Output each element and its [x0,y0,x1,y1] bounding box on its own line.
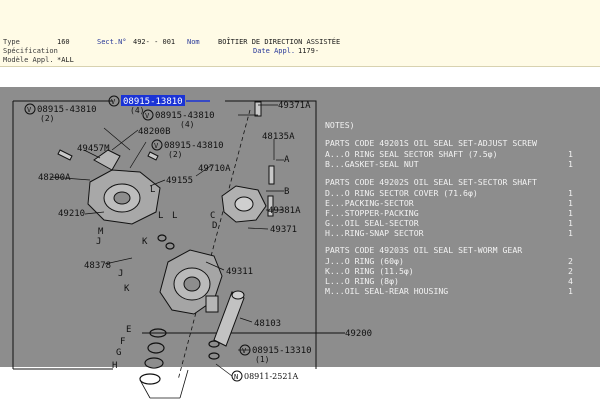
group-2-row-4: G...OIL SEAL-SECTOR [325,218,419,228]
group-2-row-1: D...O RING SECTOR COVER (71.6φ) [325,188,478,198]
group-2-row-5: H...RING-SNAP SECTOR [325,228,424,238]
exploded-diagram: 08915-13810 V (4) 49371A V 08915-43810 (… [12,95,573,399]
letter-G: G [116,348,121,358]
circle-n-bottom: N [234,373,238,381]
circle-v-mid-top: V [145,112,150,120]
date-value: 1179- [298,47,320,55]
sect-label: Sect.N° [97,38,127,46]
group-2-row-1-qty: 1 [568,188,573,198]
letter-J-1: J [96,237,101,247]
group-1-code: PARTS CODE 49201S OIL SEAL SET-ADJUST SC… [325,138,537,148]
group-3-code: PARTS CODE 49203S OIL SEAL SET-WORM GEAR [325,245,522,255]
label-48200B[interactable]: 48200B [138,127,171,137]
letter-K-2: K [124,284,130,294]
part-labels: 08915-13810 V (4) 49371A V 08915-43810 (… [24,95,372,382]
letter-L-3: L [172,211,177,221]
letter-M: M [98,227,104,237]
nom-label: Nom [187,38,200,46]
letter-J-2: J [118,269,123,279]
label-49311[interactable]: 49311 [226,267,253,277]
letter-A: A [284,155,290,165]
type-label: Type [3,38,20,46]
letter-L-1: L [150,185,155,195]
group-1-row-1-qty: 1 [568,149,573,159]
group-3-row-2: K...O RING (11.5φ) [325,266,414,276]
qty-top: (4) [130,106,144,115]
header-panel: Type 160 Sect.N° 492- - 001 Nom BOÎTIER … [0,0,600,67]
letter-H: H [112,361,117,371]
group-2-row-5-qty: 1 [568,228,573,238]
label-49155[interactable]: 49155 [166,176,193,186]
type-value: 160 [57,38,70,46]
letter-L-2: L [158,211,163,221]
group-3-row-1: J...O RING (60φ) [325,256,404,266]
group-2-row-4-qty: 1 [568,218,573,228]
date-label: Date Appl. [253,47,296,55]
label-48378[interactable]: 48378 [84,261,111,271]
letter-F: F [120,337,125,347]
qty-mid: (2) [168,150,182,159]
label-49381A[interactable]: 49381A [268,206,301,216]
group-3-row-4: M...OIL SEAL-REAR HOUSING [325,286,448,296]
sector-cover [221,185,267,223]
circle-v-left: V [27,106,32,114]
label-49710A[interactable]: 49710A [198,164,231,174]
group-2-row-3: F...STOPPER-PACKING [325,208,419,218]
circle-v-mid: V [154,142,159,150]
group-2-code: PARTS CODE 49202S OIL SEAL SET-SECTOR SH… [325,177,537,187]
notes-title: NOTES) [325,120,355,130]
label-49457M[interactable]: 49457M [77,144,110,154]
group-2-row-2: E...PACKING-SECTOR [325,198,414,208]
label-49371A[interactable]: 49371A [278,101,311,111]
label-48200A[interactable]: 48200A [38,173,71,183]
label-08911-2521A[interactable]: 08911-2521A [244,372,299,381]
group-1-row-2-qty: 1 [568,159,573,169]
group-3-row-4-qty: 1 [568,286,573,296]
label-48135A[interactable]: 48135A [262,132,295,142]
label-49210[interactable]: 49210 [58,209,85,219]
letter-C: C [210,211,215,221]
model-value: *ALL [57,56,74,64]
label-49200[interactable]: 49200 [345,329,372,339]
circle-v-bottom: V [242,347,247,355]
group-3-row-2-qty: 2 [568,266,573,276]
letter-D: D [212,221,217,231]
qty-left: (2) [40,114,54,123]
group-3-row-1-qty: 2 [568,256,573,266]
circle-v-top: V [111,98,116,106]
group-2-row-2-qty: 1 [568,198,573,208]
model-label: Modèle Appl. [3,56,54,64]
qty-bottom: (1) [255,355,269,364]
notes-block: NOTES) PARTS CODE 49201S OIL SEAL SET-AD… [325,120,573,296]
sect-value: 492- - 001 [133,38,176,46]
letter-K-1: K [142,237,148,247]
group-2-row-3-qty: 1 [568,208,573,218]
group-3-row-3: L...O RING (8φ) [325,276,399,286]
group-1-row-2: B...GASKET-SEAL NUT [325,159,419,169]
letter-E: E [126,325,131,335]
qty-top2: (4) [180,120,194,129]
label-49371[interactable]: 49371 [270,225,297,235]
letter-B: B [284,187,289,197]
group-1-row-1: A...O RING SEAL SECTOR SHAFT (7.5φ) [325,149,498,159]
group-3-row-3-qty: 4 [568,276,573,286]
label-48103[interactable]: 48103 [254,319,281,329]
spec-label: Spécification [3,47,58,55]
gear-housing [159,249,223,315]
nom-value: BOÎTIER DE DIRECTION ASSISTÉE [218,38,341,46]
